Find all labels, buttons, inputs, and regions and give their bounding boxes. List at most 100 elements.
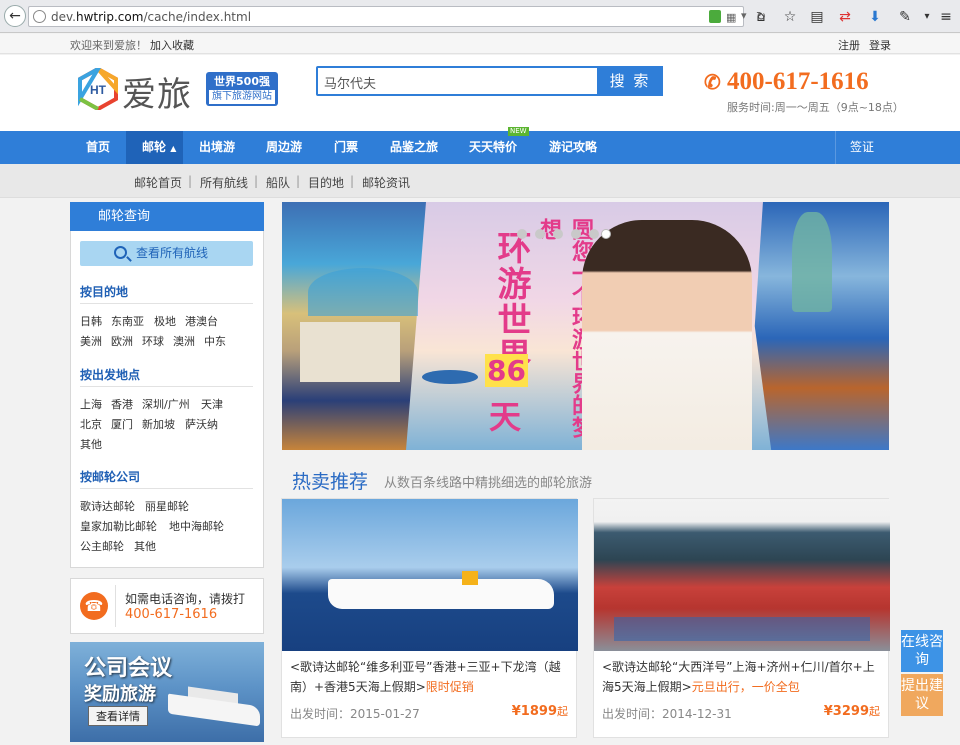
dest-link[interactable]: 环球 (142, 333, 164, 349)
cruise-ship-image (282, 499, 578, 651)
all-routes-button[interactable]: 查看所有航线 (80, 241, 253, 266)
company-link[interactable]: 歌诗达邮轮 (80, 498, 135, 514)
online-consult-button[interactable]: 在线咨询 (901, 630, 943, 672)
product-price: ¥3299起 (823, 704, 880, 719)
departure-link[interactable]: 天津 (201, 396, 223, 412)
carousel-dot[interactable] (517, 229, 527, 239)
departure-link[interactable]: 厦门 (111, 416, 133, 432)
nav-item-outbound[interactable]: 出境游 (199, 131, 235, 164)
shield-icon (709, 10, 721, 23)
view-details-button[interactable]: 查看详情 (88, 706, 148, 726)
company-link[interactable]: 其他 (134, 538, 156, 554)
register-link[interactable]: 注册 (838, 37, 860, 53)
company-link[interactable]: 皇家加勒比邮轮 (80, 518, 157, 534)
welcome-text: 欢迎来到爱旅！ (70, 39, 147, 52)
qr-icon[interactable]: ▦ (726, 11, 736, 24)
dest-link[interactable]: 港澳台 (185, 313, 218, 329)
menu-icon[interactable]: ≡ (937, 8, 955, 26)
telephone-icon: ☎ (80, 592, 108, 620)
nav-item-home[interactable]: 首页 (86, 131, 110, 164)
caret-up-icon: ▲ (170, 144, 177, 153)
login-link[interactable]: 登录 (869, 37, 891, 53)
carousel-dot-active[interactable] (601, 229, 611, 239)
dest-link[interactable]: 日韩 (80, 313, 102, 329)
subnav-sep: | (296, 174, 301, 188)
nav-item-nearby[interactable]: 周边游 (266, 131, 302, 164)
panel-title: 邮轮查询 (70, 202, 264, 231)
dest-link[interactable]: 澳洲 (173, 333, 195, 349)
company-link[interactable]: 丽星邮轮 (145, 498, 189, 514)
product-card[interactable]: <歌诗达邮轮“维多利亚号”香港+三亚+下龙湾（越南）+香港5天海上假期>限时促销… (281, 498, 578, 738)
by-departure-heading: 按出发地点 (80, 368, 141, 382)
star-icon[interactable]: ☆ (781, 8, 799, 26)
logo-hexagon-icon[interactable]: HT (78, 68, 118, 110)
url-text: dev.hwtrip.com/cache/index.html (51, 10, 252, 24)
divider (80, 488, 253, 489)
subnav-item-fleet[interactable]: 船队 (266, 174, 290, 191)
sync-icon[interactable]: ⇄ (836, 8, 854, 26)
carousel-dot[interactable] (535, 229, 545, 239)
nav-item-tasting[interactable]: 品鉴之旅 (390, 131, 438, 164)
hero-banner[interactable]: 环游世界 86 天 圆您一个环游世界的梦想 (282, 202, 889, 450)
promo-line1: 公司会议 (84, 656, 173, 681)
subnav-item-destinations[interactable]: 目的地 (308, 174, 344, 191)
statue-of-liberty-image (792, 212, 832, 312)
departure-link[interactable]: 香港 (111, 396, 133, 412)
banner-days: 86 (485, 354, 528, 387)
carousel-dot[interactable] (571, 229, 581, 239)
feedback-button[interactable]: 提出建议 (901, 674, 943, 716)
hotline: ✆ 400-617-1616 (704, 68, 869, 96)
download-icon[interactable]: ⬇ (866, 8, 884, 26)
subnav-sep: | (350, 174, 355, 188)
dest-link[interactable]: 欧洲 (111, 333, 133, 349)
address-bar[interactable]: dev.hwtrip.com/cache/index.html ▦ ▾ ↻ (28, 6, 766, 27)
dest-link[interactable]: 中东 (204, 333, 226, 349)
dest-link[interactable]: 美洲 (80, 333, 102, 349)
dest-link[interactable]: 极地 (154, 313, 176, 329)
nav-item-cruise[interactable]: 邮轮 ▲ (142, 131, 176, 164)
bookmark-link[interactable]: 加入收藏 (150, 37, 194, 53)
search-icon (114, 246, 127, 259)
subnav-item-routes[interactable]: 所有航线 (200, 174, 248, 191)
departure-link[interactable]: 其他 (80, 436, 102, 452)
back-button[interactable]: ← (4, 5, 26, 27)
departure-link[interactable]: 新加坡 (142, 416, 175, 432)
departure-link[interactable]: 深圳/广州 (142, 396, 190, 412)
by-destination-heading: 按目的地 (80, 285, 129, 299)
menu-chevron-icon[interactable]: ▾ (918, 8, 936, 26)
dropdown-icon[interactable]: ▾ (741, 9, 747, 22)
badge-line2: 旗下旅游网站 (209, 90, 275, 104)
extension-icon[interactable]: ✎ (896, 8, 914, 26)
search-input[interactable]: 马尔代夫 (324, 73, 376, 92)
product-card[interactable]: <歌诗达邮轮“大西洋号”上海+济州+仁川/首尔+上海5天海上假期>元旦出行，一价… (593, 498, 890, 738)
nav-item-tickets[interactable]: 门票 (334, 131, 358, 164)
divider (80, 386, 253, 387)
consult-number: 400-617-1616 (125, 607, 218, 622)
search-button[interactable]: 搜 索 (597, 66, 663, 96)
hot-section-subtitle: 从数百条线路中精挑细选的邮轮旅游 (384, 476, 593, 491)
logo-text[interactable]: 爱旅 (122, 67, 192, 116)
company-link[interactable]: 地中海邮轮 (169, 518, 224, 534)
subnav-item-cruise-home[interactable]: 邮轮首页 (134, 174, 182, 191)
subnav-item-news[interactable]: 邮轮资讯 (362, 174, 410, 191)
nav-item-visa[interactable]: 签证 (850, 131, 874, 164)
search-box[interactable]: 马尔代夫 搜 索 (316, 66, 663, 96)
carousel-dot[interactable] (553, 229, 563, 239)
badge-line1: 世界500强 (214, 75, 270, 88)
departure-link[interactable]: 上海 (80, 396, 102, 412)
home-icon[interactable]: ⌂ (752, 8, 770, 26)
product-title: <歌诗达邮轮“大西洋号”上海+济州+仁川/首尔+上海5天海上假期>元旦出行，一价… (602, 660, 875, 694)
phone-icon: ✆ (704, 72, 721, 94)
departure-link[interactable]: 北京 (80, 416, 102, 432)
dest-link[interactable]: 东南亚 (111, 313, 144, 329)
departure-link[interactable]: 萨沃纳 (185, 416, 218, 432)
company-link[interactable]: 公主邮轮 (80, 538, 124, 554)
nav-item-guides[interactable]: 游记攻略 (549, 131, 597, 164)
top-utility-bar: 欢迎来到爱旅！ 加入收藏 注册 登录 (0, 34, 960, 54)
cruise-subnav: 邮轮首页 | 所有航线 | 船队 | 目的地 | 邮轮资讯 (0, 164, 960, 198)
carousel-dot[interactable] (589, 229, 599, 239)
divider (80, 303, 253, 304)
new-badge: NEW (508, 127, 529, 136)
meeting-incentive-banner[interactable]: 公司会议 奖励旅游 查看详情 (70, 642, 264, 742)
reader-icon[interactable]: ▤ (808, 8, 826, 26)
